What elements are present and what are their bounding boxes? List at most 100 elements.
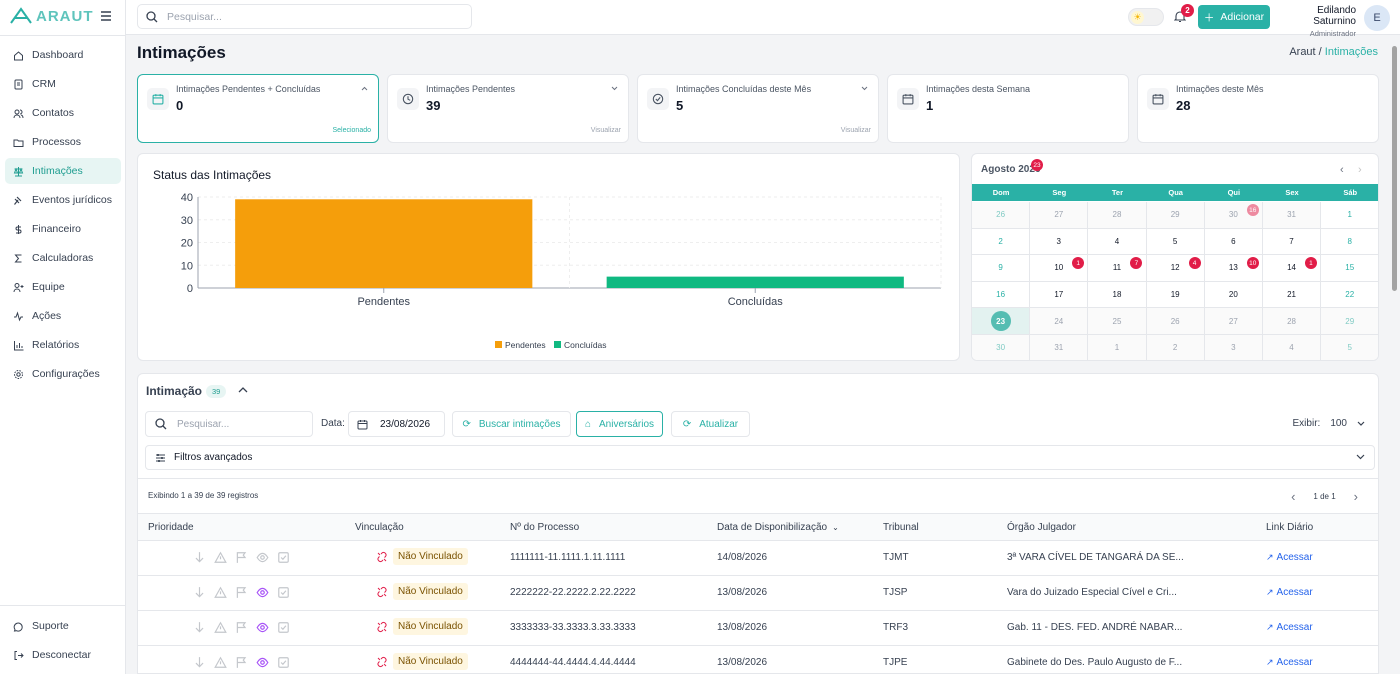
calendar-day[interactable]: 29: [1146, 202, 1205, 229]
calendar-day[interactable]: 25: [1088, 308, 1147, 335]
unlink-icon[interactable]: [376, 621, 388, 633]
warning-icon[interactable]: [214, 586, 227, 599]
sidebar-item-suporte[interactable]: Suporte: [5, 613, 121, 639]
arrow-down-icon[interactable]: [193, 621, 206, 634]
flag-icon[interactable]: [235, 656, 248, 669]
chevron-left-icon[interactable]: ‹: [1340, 164, 1344, 176]
theme-toggle[interactable]: ☀: [1128, 8, 1164, 26]
calendar-day[interactable]: 4: [1088, 228, 1147, 256]
eye-icon[interactable]: [256, 551, 269, 564]
page-scrollbar[interactable]: [1390, 36, 1400, 674]
calendar-day[interactable]: 15: [1321, 255, 1378, 282]
calendar-day[interactable]: 14 1: [1262, 255, 1322, 282]
sidebar-item-processos[interactable]: Processos: [5, 129, 121, 155]
sidebar-item-crm[interactable]: CRM: [5, 71, 121, 97]
warning-icon[interactable]: [214, 551, 227, 564]
calendar-day[interactable]: 3: [1030, 228, 1089, 256]
calendar-day[interactable]: 7: [1262, 228, 1322, 256]
sidebar-item-contatos[interactable]: Contatos: [5, 100, 121, 126]
sidebar-item-intima-es[interactable]: Intimações: [5, 158, 121, 184]
table-row[interactable]: Não Vinculado 1111111-11.1111.1.11.1111 14…: [138, 541, 1378, 576]
table-row[interactable]: Não Vinculado 4444444-44.4444.4.44.4444 13…: [138, 646, 1378, 674]
checkbox-icon[interactable]: [277, 551, 290, 564]
calendar-day[interactable]: 28: [1088, 202, 1147, 229]
calendar-day[interactable]: 1: [1321, 202, 1378, 229]
sidebar-item-relat-rios[interactable]: Relatórios: [5, 332, 121, 358]
calendar-day[interactable]: 24: [1030, 308, 1089, 335]
checkbox-icon[interactable]: [277, 621, 290, 634]
user-info[interactable]: Edilando Saturnino Administrador: [1276, 5, 1356, 38]
calendar-day[interactable]: 9: [972, 255, 1031, 282]
date-input[interactable]: 23/08/2026: [348, 411, 445, 437]
calendar-day[interactable]: 26: [972, 202, 1031, 229]
calendar-day[interactable]: 28: [1262, 308, 1322, 335]
calendar-day[interactable]: 21: [1262, 281, 1322, 309]
acessar-link[interactable]: ↗ Acessar: [1266, 552, 1313, 563]
column-header[interactable]: Data de Disponibilização ⌄: [717, 522, 839, 533]
card-footer-link[interactable]: Visualizar: [841, 127, 871, 134]
calendar-day[interactable]: 27: [1204, 308, 1263, 335]
flag-icon[interactable]: [235, 586, 248, 599]
sidebar-item-configura-es[interactable]: Configurações: [5, 361, 121, 387]
chevron-right-icon[interactable]: ›: [1358, 164, 1362, 176]
calendar-day[interactable]: 30 16: [1204, 202, 1263, 229]
eye-icon[interactable]: [256, 656, 269, 669]
warning-icon[interactable]: [214, 656, 227, 669]
calendar-day[interactable]: 2: [972, 228, 1031, 256]
chevron-left-icon[interactable]: ‹: [1291, 489, 1295, 504]
arrow-down-icon[interactable]: [193, 656, 206, 669]
page-size-select[interactable]: Exibir: 100: [1293, 418, 1365, 429]
calendar-day[interactable]: 10 1: [1030, 255, 1089, 282]
calendar-day[interactable]: 4: [1262, 334, 1322, 360]
unlink-icon[interactable]: [376, 586, 388, 598]
summary-card[interactable]: Intimações desta Semana 1: [887, 74, 1129, 143]
advanced-filters-toggle[interactable]: Filtros avançados: [145, 445, 1375, 470]
calendar-day[interactable]: 23: [972, 308, 1031, 335]
acessar-link[interactable]: ↗ Acessar: [1266, 657, 1313, 668]
calendar-day[interactable]: 19: [1146, 281, 1205, 309]
calendar-day[interactable]: 11 7: [1088, 255, 1147, 282]
global-search-input[interactable]: Pesquisar...: [137, 4, 472, 29]
unlink-icon[interactable]: [376, 551, 388, 563]
chevron-up-icon[interactable]: [361, 86, 368, 91]
calendar-day[interactable]: 16: [972, 281, 1031, 309]
avatar[interactable]: E: [1364, 5, 1390, 31]
calendar-day[interactable]: 20: [1204, 281, 1263, 309]
calendar-day[interactable]: 30: [972, 334, 1031, 360]
scrollbar-thumb[interactable]: [1392, 46, 1397, 291]
chevron-down-icon[interactable]: [611, 86, 618, 91]
atualizar-button[interactable]: ⟳ Atualizar: [671, 411, 750, 437]
calendar-day[interactable]: 6: [1204, 228, 1263, 256]
list-search-input[interactable]: Pesquisar...: [145, 411, 313, 437]
calendar-day[interactable]: 12 4: [1146, 255, 1205, 282]
sidebar-item-calculadoras[interactable]: Calculadoras: [5, 245, 121, 271]
summary-card[interactable]: Intimações Concluídas deste Mês 5 Visualiz…: [637, 74, 879, 143]
buscar-intimacoes-button[interactable]: ⟳ Buscar intimações: [452, 411, 571, 437]
chevron-down-icon[interactable]: [861, 86, 868, 91]
sidebar-item-a-es[interactable]: Ações: [5, 303, 121, 329]
calendar-day[interactable]: 13 10: [1204, 255, 1263, 282]
flag-icon[interactable]: [235, 621, 248, 634]
sidebar-item-eventos-jur-dicos[interactable]: Eventos jurídicos: [5, 187, 121, 213]
calendar-day[interactable]: 22: [1321, 282, 1378, 309]
sidebar-item-equipe[interactable]: Equipe: [5, 274, 121, 300]
calendar-day[interactable]: 1: [1088, 334, 1147, 360]
arrow-down-icon[interactable]: [193, 551, 206, 564]
logo[interactable]: ARAUT: [9, 7, 94, 25]
summary-card[interactable]: Intimações Pendentes + Concluídas 0 Seleci…: [137, 74, 379, 143]
calendar-day[interactable]: 2: [1146, 334, 1205, 360]
flag-icon[interactable]: [235, 551, 248, 564]
calendar-day[interactable]: 8: [1321, 229, 1378, 256]
eye-icon[interactable]: [256, 621, 269, 634]
checkbox-icon[interactable]: [277, 586, 290, 599]
aniversarios-button[interactable]: ⌂ Aniversários: [576, 411, 663, 437]
calendar-day[interactable]: 18: [1088, 281, 1147, 309]
summary-card[interactable]: Intimações deste Mês 28: [1137, 74, 1379, 143]
sidebar-item-financeiro[interactable]: Financeiro: [5, 216, 121, 242]
sidebar-item-dashboard[interactable]: Dashboard: [5, 42, 121, 68]
table-row[interactable]: Não Vinculado 2222222-22.2222.2.22.2222 13…: [138, 576, 1378, 611]
card-footer-link[interactable]: Visualizar: [591, 127, 621, 134]
chevron-right-icon[interactable]: ›: [1354, 489, 1358, 504]
summary-card[interactable]: Intimações Pendentes 39 Visualizar: [387, 74, 629, 143]
calendar-day[interactable]: 27: [1030, 202, 1089, 229]
